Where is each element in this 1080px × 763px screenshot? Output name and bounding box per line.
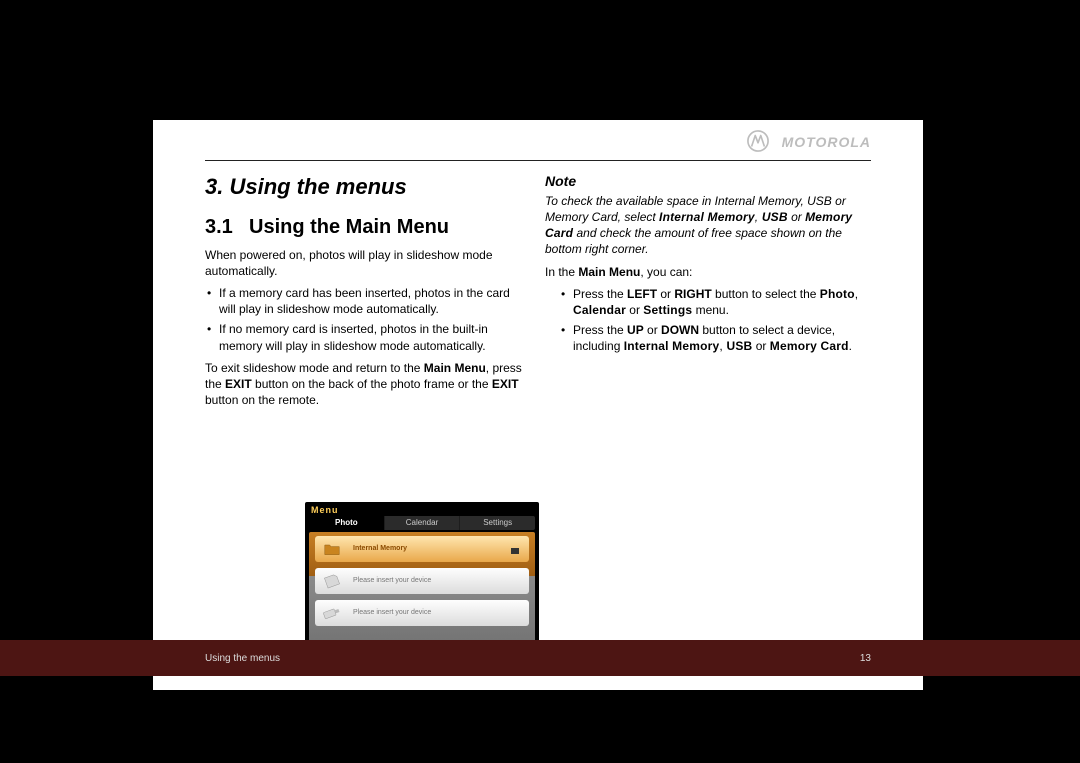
device-row-internal: Internal Memory [315,536,529,562]
footer-left-text: Using the menus [205,653,280,664]
device-row-label: Internal Memory [353,544,407,553]
chapter-heading: 3. Using the menus [205,172,525,202]
device-row-card: Please insert your device [315,568,529,594]
intro-paragraph: When powered on, photos will play in sli… [205,247,525,279]
main-menu-bullets: Press the LEFT or RIGHT button to select… [559,286,865,355]
tab-settings: Settings [460,516,535,530]
exit-sentence: To exit slideshow mode and return to the… [205,360,525,409]
play-icon [511,548,519,554]
page-footer-bar: Using the menus 13 [0,640,1080,676]
device-row-usb: Please insert your device [315,600,529,626]
list-item: If no memory card is inserted, photos in… [205,321,525,353]
screenshot-title: Menu [311,504,339,516]
section-heading: 3.1Using the Main Menu [205,214,525,241]
device-row-label: Please insert your device [353,576,431,585]
motorola-logo-icon [747,130,769,152]
header-rule [205,160,871,161]
list-item: If a memory card has been inserted, phot… [205,285,525,317]
device-row-label: Please insert your device [353,608,431,617]
left-column: 3. Using the menus 3.1Using the Main Men… [205,172,525,414]
right-column: Note To check the available space in Int… [545,172,865,361]
usb-icon [319,602,345,624]
tab-photo: Photo [309,516,385,530]
screenshot-tabs: Photo Calendar Settings [309,516,535,530]
folder-icon [319,538,345,560]
sd-card-icon [319,570,345,592]
section-number: 3.1 [205,214,249,241]
tab-calendar: Calendar [385,516,461,530]
brand-header: MOTOROLA [747,130,871,152]
note-heading: Note [545,172,865,191]
in-main-menu-intro: In the Main Menu, you can: [545,264,865,280]
list-item: Press the LEFT or RIGHT button to select… [559,286,865,318]
note-body: To check the available space in Internal… [545,193,865,258]
page-number: 13 [860,653,871,664]
section-title: Using the Main Menu [249,216,449,238]
manual-page: MOTOROLA 3. Using the menus 3.1Using the… [153,120,923,690]
list-item: Press the UP or DOWN button to select a … [559,322,865,354]
intro-bullet-list: If a memory card has been inserted, phot… [205,285,525,354]
brand-name: MOTOROLA [782,134,871,150]
